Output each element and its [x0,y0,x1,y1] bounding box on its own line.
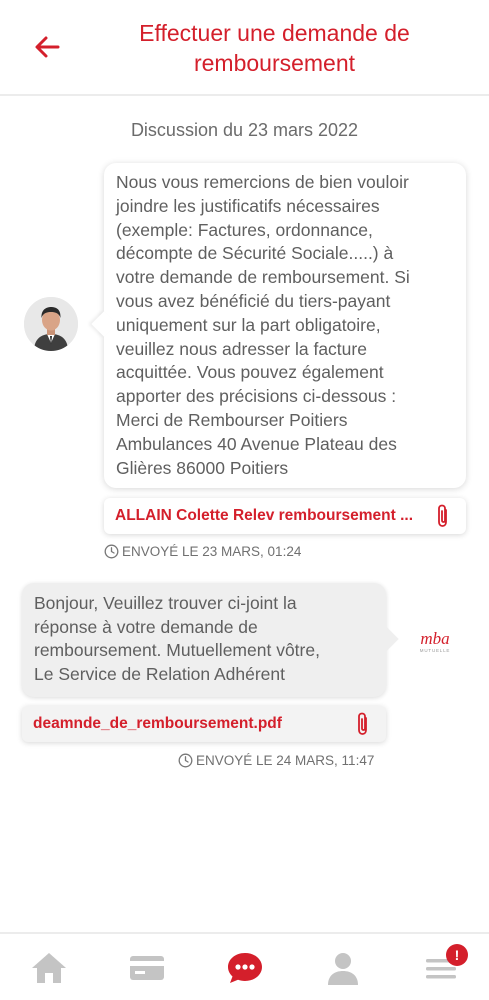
clock-icon [104,544,119,559]
paperclip-icon [358,712,367,735]
attachment-link[interactable]: ALLAIN Colette Relev remboursement ... [104,498,466,534]
person-avatar-icon [24,297,78,351]
profile-icon[interactable] [323,950,363,986]
arrow-left-icon[interactable] [30,30,64,64]
message-line: remboursement. Mutuellement vôtre, [34,640,320,660]
mba-mutuelle-logo: mba MUTUELLE [420,629,450,653]
chat-icon[interactable] [225,950,265,986]
message-line: uniquement sur la part obligatoire, [116,314,381,335]
home-icon[interactable] [29,950,69,986]
incoming-message-text: Nous vous remercions de bien vouloir joi… [116,171,454,480]
notification-badge: ! [446,944,468,966]
message-line: Merci de Rembourser Poitiers [116,409,348,430]
incoming-message-bubble: Nous vous remercions de bien vouloir joi… [104,163,466,488]
attachment-filename: deamnde_de_remboursement.pdf [33,715,282,732]
message-line: votre demande de remboursement. Si [116,267,410,288]
discussion-date: Discussion du 23 mars 2022 [130,120,359,140]
message-line: Glières 86000 Poitiers [116,457,289,478]
message-line: vous avez bénéficié du tiers-payant [116,290,391,311]
page-title-line-2: remboursement [193,50,356,76]
message-line: décompte de Sécurité Sociale.....) à [116,243,394,264]
card-icon[interactable] [127,950,167,986]
outgoing-message-bubble: Bonjour, Veuillez trouver ci-joint la ré… [22,583,386,697]
message-line: veuillez nous adresser la facture [116,338,367,359]
advisor-avatar [24,297,78,351]
message-line: Le Service de Relation Adhérent [34,663,285,684]
clock-icon [178,753,193,768]
message-line: réponse à votre demande de [34,616,258,637]
message-line: Nous vous remercions de bien vouloir [116,172,409,192]
app-header: Effectuer une demande de remboursement [0,0,489,96]
sent-timestamp: ENVOYÉ LE 23 MARS, 01:24 [104,544,301,559]
outgoing-message-text: Bonjour, Veuillez trouver ci-joint la ré… [34,592,374,686]
sent-timestamp-text: ENVOYÉ LE 23 MARS, 01:24 [122,544,302,559]
message-line: Ambulances 40 Avenue Plateau des [116,433,397,454]
paperclip-icon [438,504,447,527]
message-line: joindre les justificatifs nécessaires [116,195,380,216]
logo-text: mba [420,629,449,648]
message-line: Bonjour, Veuillez trouver ci-joint la [34,593,297,613]
attachment-filename: ALLAIN Colette Relev remboursement ... [115,507,414,524]
sent-timestamp: ENVOYÉ LE 24 MARS, 11:47 [178,753,374,768]
message-line: (exemple: Factures, ordonnance, [116,219,373,240]
page-title-line-1: Effectuer une demande de [139,20,410,46]
message-line: apporter des précisions ci-dessous : [116,386,397,407]
logo-subtext: MUTUELLE [420,648,450,653]
page-title: Effectuer une demande de remboursement [80,18,469,78]
bottom-tab-bar [0,932,489,1000]
message-line: acquittée. Vous pouvez également [116,362,384,383]
sent-timestamp-text: ENVOYÉ LE 24 MARS, 11:47 [196,753,375,768]
attachment-link[interactable]: deamnde_de_remboursement.pdf [22,706,386,742]
